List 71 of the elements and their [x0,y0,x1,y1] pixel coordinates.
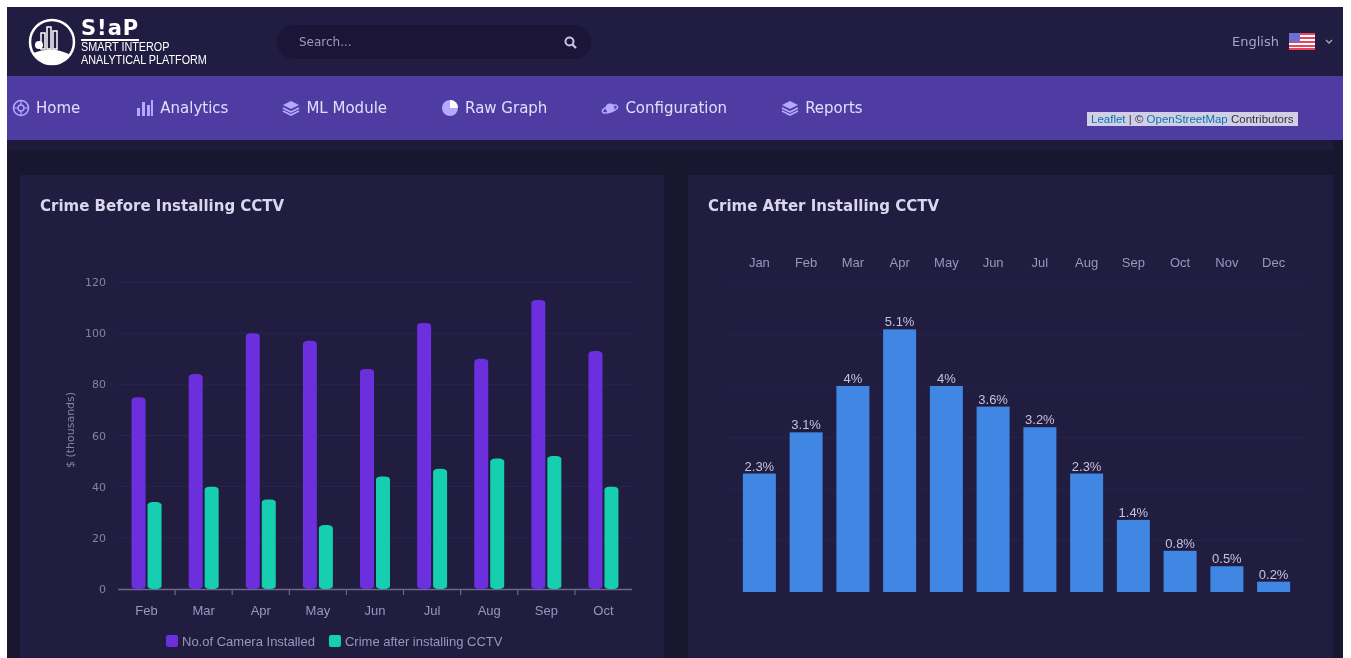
layers-icon [781,99,800,117]
data-label: 3.1% [791,417,821,433]
nav-link[interactable]: Reports [781,99,863,117]
layers-icon [282,99,301,117]
axis-tick-label: Mar [192,603,215,618]
bar [1257,581,1291,592]
nav-link[interactable]: Configuration [601,99,728,117]
axis-tick-label: Aug [1075,255,1099,270]
attribution-link[interactable]: OpenStreetMap [1146,113,1228,125]
data-label: 4% [937,371,956,386]
data-label: 4% [843,371,863,386]
axis-tick-label: Oct [593,603,614,618]
bar [1210,566,1244,592]
axis-tick-label: Jun [982,255,1004,270]
card-title: Crime After Installing CCTV [707,196,941,217]
data-label: 2.3% [1071,458,1102,474]
axis-tick-label: 80 [92,378,106,392]
search-field[interactable]: Search... [277,24,591,59]
data-label: 3.2% [1025,412,1055,428]
data-label: 2.3% [744,458,775,474]
attribution-link[interactable]: Leaflet [1091,113,1126,125]
logo-tagline: ANALYTICAL PLATFORM [81,53,207,67]
axis-tick-label: Nov [1215,255,1239,270]
axis-tick-label: Jun [364,603,386,618]
axis-title: $ (thousands) [64,391,77,469]
axis-tick-label: Sep [534,603,558,618]
axis-tick-label: 60 [92,429,106,443]
flag-icon[interactable] [1289,33,1315,50]
search-icon[interactable] [564,35,577,49]
caret-icon[interactable] [1325,39,1333,44]
axis-tick-label: 0 [99,583,106,596]
pie-chart-icon [441,99,460,117]
axis-tick-label: Feb [794,255,818,270]
axis-tick-label: Dec [1262,255,1286,270]
bar-chart-icon [136,99,155,117]
data-label: 5.1% [884,314,915,330]
map-attribution: Leaflet | © OpenStreetMap Contributors [1087,112,1298,126]
axis-tick-label: Jul [1031,255,1049,270]
nav-link[interactable]: ML Module [282,99,388,117]
data-label: 3.6% [978,391,1008,407]
data-label: 0.8% [1165,535,1195,551]
legend-label: Crime after installing CCTV [344,634,503,649]
city-logo-icon [27,16,77,67]
axis-tick-label: May [934,255,959,270]
axis-tick-label: 100 [85,327,106,341]
language-label[interactable]: English [1232,34,1279,49]
legend-label: No.of Camera Installed [182,634,315,649]
axis-tick-label: Aug [477,603,501,618]
logo-tagline: SMART INTEROP [81,40,171,54]
axis-tick-label: Oct [1170,255,1191,270]
data-label: 1.4% [1118,504,1149,520]
axis-tick-label: Apr [250,603,271,618]
data-label: 0.5% [1212,551,1242,567]
logo-wordmark: S!aP [81,16,140,41]
card-title: Crime Before Installing CCTV [39,196,286,217]
axis-tick-label: 120 [85,276,106,289]
nav-link[interactable]: Raw Graph [441,99,548,117]
aperture-icon [12,99,30,117]
axis-tick-label: May [305,603,331,618]
axis-tick-label: 20 [92,531,106,545]
nav-link[interactable]: Analytics [136,99,229,117]
axis-tick-label: Sep [1121,255,1145,270]
axis-tick-label: Jul [423,603,441,618]
data-label: 0.2% [1258,566,1289,582]
nav-link[interactable]: Home [12,99,81,117]
axis-tick-label: Mar [841,255,865,270]
axis-tick-label: Apr [889,255,910,270]
bar [1163,550,1197,592]
axis-tick-label: Jan [748,255,770,270]
axis-tick-label: 40 [92,480,106,494]
axis-tick-label: Feb [135,603,158,618]
